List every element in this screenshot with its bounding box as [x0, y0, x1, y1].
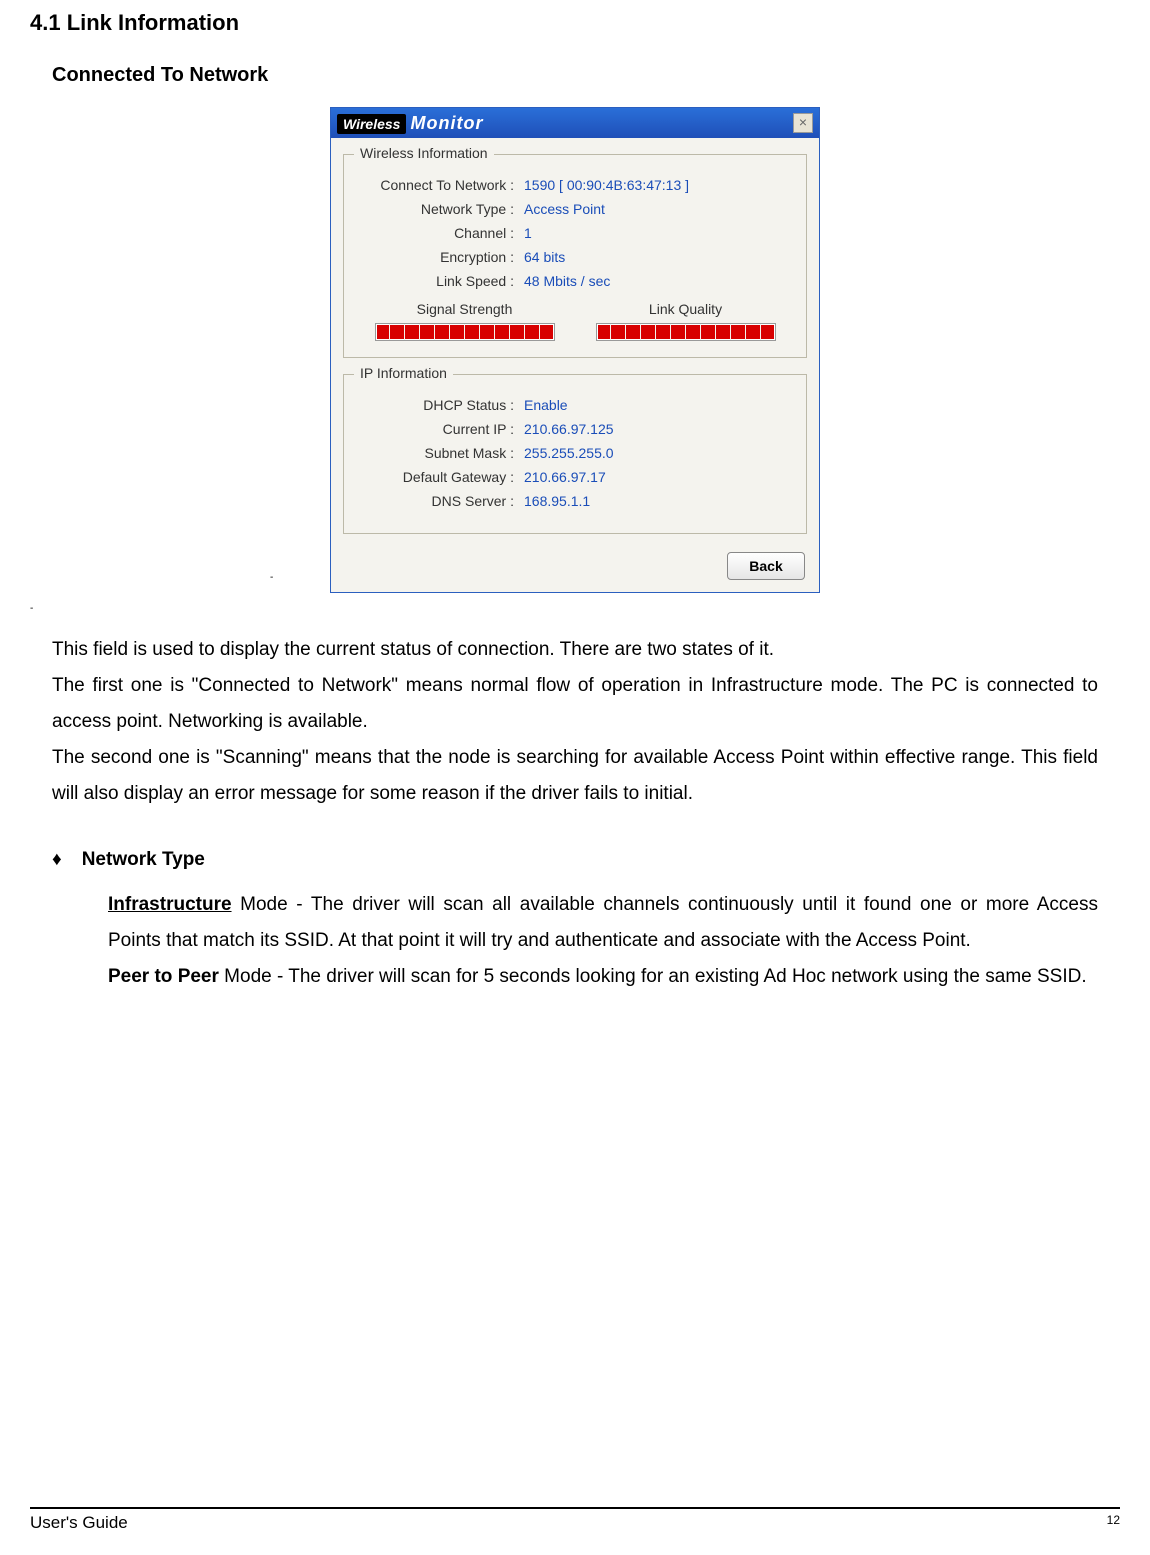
row-dhcp: DHCP Status : Enable: [354, 397, 796, 413]
label: Default Gateway :: [354, 469, 524, 485]
dialog-titlebar: WirelessMonitor ×: [331, 108, 819, 138]
infra-text: Mode - The driver will scan all availabl…: [108, 894, 1098, 951]
wireless-information-group: Wireless Information Connect To Network …: [343, 154, 807, 358]
value: 168.95.1.1: [524, 493, 590, 509]
p2p-paragraph: Peer to Peer Mode - The driver will scan…: [108, 959, 1098, 995]
footer-guide: User's Guide: [30, 1513, 128, 1533]
quality-label: Link Quality: [586, 301, 786, 317]
label: Connect To Network :: [354, 177, 524, 193]
row-dns: DNS Server : 168.95.1.1: [354, 493, 796, 509]
body-paragraphs: This field is used to display the curren…: [52, 632, 1098, 812]
row-nettype: Network Type : Access Point: [354, 201, 796, 217]
row-encryption: Encryption : 64 bits: [354, 249, 796, 265]
wireless-legend: Wireless Information: [354, 145, 494, 161]
sub-heading: Connected To Network: [52, 64, 1120, 87]
body-p1: This field is used to display the curren…: [52, 632, 1098, 668]
value: 48 Mbits / sec: [524, 273, 610, 289]
signal-progress: [375, 323, 555, 341]
value: 1590 [ 00:90:4B:63:47:13 ]: [524, 177, 689, 193]
page-footer: User's Guide 12: [30, 1507, 1120, 1533]
value: Enable: [524, 397, 568, 413]
body-p3: The second one is "Scanning" means that …: [52, 740, 1098, 812]
row-gateway: Default Gateway : 210.66.97.17: [354, 469, 796, 485]
signal-strength-block: Signal Strength: [365, 301, 565, 341]
ip-information-group: IP Information DHCP Status : Enable Curr…: [343, 374, 807, 534]
back-button[interactable]: Back: [727, 552, 805, 580]
ip-legend: IP Information: [354, 365, 453, 381]
footer-page-number: 12: [1107, 1513, 1120, 1533]
value: 1: [524, 225, 532, 241]
row-linkspeed: Link Speed : 48 Mbits / sec: [354, 273, 796, 289]
label: Subnet Mask :: [354, 445, 524, 461]
infra-label: Infrastructure: [108, 894, 232, 915]
dash-mark: -: [270, 572, 273, 583]
value: 255.255.255.0: [524, 445, 614, 461]
link-quality-block: Link Quality: [586, 301, 786, 341]
row-ip: Current IP : 210.66.97.125: [354, 421, 796, 437]
label: Current IP :: [354, 421, 524, 437]
label: Channel :: [354, 225, 524, 241]
bullet-heading: Network Type: [82, 842, 205, 878]
value: 64 bits: [524, 249, 565, 265]
label: DNS Server :: [354, 493, 524, 509]
signal-label: Signal Strength: [365, 301, 565, 317]
segments: [597, 324, 775, 340]
row-connect: Connect To Network : 1590 [ 00:90:4B:63:…: [354, 177, 796, 193]
screenshot-container: - WirelessMonitor × Wireless Information…: [30, 107, 1120, 593]
diamond-bullet-icon: ♦: [52, 842, 62, 878]
dash-mark-below: -: [30, 603, 1120, 614]
title-monitor: Monitor: [410, 113, 483, 133]
section-heading: 4.1 Link Information: [30, 10, 1120, 36]
dialog-title: WirelessMonitor: [337, 113, 483, 134]
infra-paragraph: Infrastructure Mode - The driver will sc…: [108, 887, 1098, 959]
p2p-label: Peer to Peer: [108, 966, 219, 987]
label: Network Type :: [354, 201, 524, 217]
row-subnet: Subnet Mask : 255.255.255.0: [354, 445, 796, 461]
p2p-text: Mode - The driver will scan for 5 second…: [219, 966, 1087, 987]
value: 210.66.97.17: [524, 469, 606, 485]
title-wireless: Wireless: [337, 114, 406, 134]
label: Encryption :: [354, 249, 524, 265]
segments: [376, 324, 554, 340]
body-p2: The first one is "Connected to Network" …: [52, 668, 1098, 740]
value: 210.66.97.125: [524, 421, 614, 437]
label: Link Speed :: [354, 273, 524, 289]
close-button[interactable]: ×: [793, 113, 813, 133]
wireless-monitor-dialog: WirelessMonitor × Wireless Information C…: [330, 107, 820, 593]
row-channel: Channel : 1: [354, 225, 796, 241]
network-type-section: ♦ Network Type Infrastructure Mode - The…: [80, 842, 1098, 994]
quality-progress: [596, 323, 776, 341]
value: Access Point: [524, 201, 605, 217]
label: DHCP Status :: [354, 397, 524, 413]
